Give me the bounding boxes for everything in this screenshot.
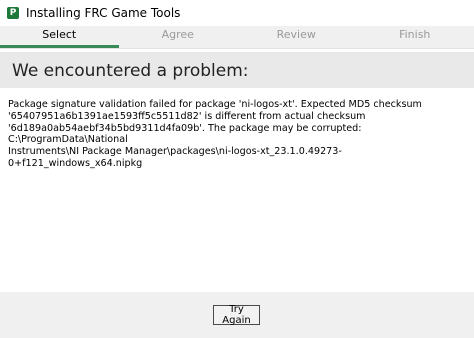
step-review: Review [276, 28, 316, 41]
error-heading-band: We encountered a problem: [0, 52, 474, 88]
error-message: Package signature validation failed for … [8, 99, 422, 169]
ni-package-manager-icon: P [7, 7, 19, 19]
installer-window: P Installing FRC Game Tools Select Agree… [0, 0, 474, 338]
title-bar: P Installing FRC Game Tools [0, 0, 474, 26]
step-select: Select [0, 26, 119, 48]
step-agree: Agree [161, 28, 194, 41]
footer-bar: Try Again [0, 292, 474, 338]
step-tabs: Select Agree Review Finish [0, 26, 474, 48]
step-finish: Finish [399, 28, 431, 41]
tabs-divider [0, 48, 474, 49]
error-heading: We encountered a problem: [12, 61, 249, 81]
window-title: Installing FRC Game Tools [26, 6, 181, 20]
try-again-button[interactable]: Try Again [213, 304, 260, 326]
